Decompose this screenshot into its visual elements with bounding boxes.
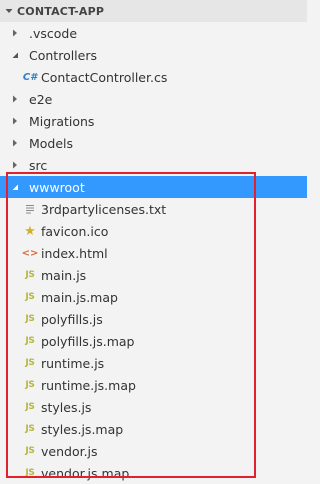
tree-folder-e2e[interactable]: e2e (0, 88, 307, 110)
tree-file-runtime-js[interactable]: JS runtime.js (0, 352, 307, 374)
file-explorer: CONTACT-APP .vscode Controllers C# Conta… (0, 0, 307, 484)
chevron-right-icon[interactable] (9, 88, 21, 110)
star-icon: ★ (24, 223, 36, 239)
tree-folder-wwwroot[interactable]: wwwroot (0, 176, 307, 198)
folder-label: wwwroot (29, 179, 85, 195)
file-label: runtime.js (41, 355, 105, 371)
js-file-icon: JS (25, 468, 35, 478)
js-file-icon: JS (25, 336, 35, 346)
tree-file-styles-js-map[interactable]: JS styles.js.map (0, 418, 307, 440)
tree-folder-vscode[interactable]: .vscode (0, 22, 307, 44)
chevron-down-icon[interactable] (9, 176, 21, 198)
explorer-title: CONTACT-APP (17, 4, 105, 18)
tree-folder-migrations[interactable]: Migrations (0, 110, 307, 132)
tree-file-vendor-js-map[interactable]: JS vendor.js.map (0, 462, 307, 484)
file-label: polyfills.js.map (41, 333, 135, 349)
file-label: main.js (41, 267, 87, 283)
tree-file-polyfills-js-map[interactable]: JS polyfills.js.map (0, 330, 307, 352)
js-file-icon: JS (25, 270, 35, 280)
chevron-right-icon[interactable] (9, 154, 21, 176)
text-file-icon (22, 198, 38, 220)
file-label: styles.js.map (41, 421, 124, 437)
js-file-icon: JS (25, 402, 35, 412)
tree-file-runtime-js-map[interactable]: JS runtime.js.map (0, 374, 307, 396)
tree-folder-models[interactable]: Models (0, 132, 307, 154)
tree-file-index-html[interactable]: <> index.html (0, 242, 307, 264)
tree-file-polyfills-js[interactable]: JS polyfills.js (0, 308, 307, 330)
csharp-file-icon: C# (22, 71, 38, 83)
js-file-icon: JS (25, 380, 35, 390)
file-label: index.html (41, 245, 108, 261)
tree-file-contactcontroller[interactable]: C# ContactController.cs (0, 66, 307, 88)
file-label: ContactController.cs (41, 69, 168, 85)
file-label: styles.js (41, 399, 92, 415)
file-label: main.js.map (41, 289, 118, 305)
folder-label: .vscode (29, 25, 78, 41)
tree-file-styles-js[interactable]: JS styles.js (0, 396, 307, 418)
chevron-down-icon[interactable] (1, 7, 17, 15)
js-file-icon: JS (25, 314, 35, 324)
tree-folder-controllers[interactable]: Controllers (0, 44, 307, 66)
chevron-right-icon[interactable] (9, 110, 21, 132)
folder-label: Controllers (29, 47, 97, 63)
js-file-icon: JS (25, 292, 35, 302)
folder-label: e2e (29, 91, 53, 107)
explorer-header[interactable]: CONTACT-APP (0, 0, 307, 22)
file-label: runtime.js.map (41, 377, 136, 393)
tree-folder-src[interactable]: src (0, 154, 307, 176)
folder-label: src (29, 157, 48, 173)
folder-label: Models (29, 135, 74, 151)
tree-file-main-js[interactable]: JS main.js (0, 264, 307, 286)
tree-file-vendor-js[interactable]: JS vendor.js (0, 440, 307, 462)
file-label: vendor.js.map (41, 465, 130, 481)
file-label: favicon.ico (41, 223, 109, 239)
file-tree: .vscode Controllers C# ContactController… (0, 22, 307, 484)
file-label: 3rdpartylicenses.txt (41, 201, 167, 217)
tree-file-3rdpartylicenses[interactable]: 3rdpartylicenses.txt (0, 198, 307, 220)
html-file-icon: <> (21, 247, 39, 259)
chevron-down-icon[interactable] (9, 44, 21, 66)
js-file-icon: JS (25, 424, 35, 434)
js-file-icon: JS (25, 446, 35, 456)
chevron-right-icon[interactable] (9, 132, 21, 154)
folder-label: Migrations (29, 113, 95, 129)
tree-file-main-js-map[interactable]: JS main.js.map (0, 286, 307, 308)
file-label: vendor.js (41, 443, 98, 459)
file-label: polyfills.js (41, 311, 103, 327)
chevron-right-icon[interactable] (9, 22, 21, 44)
tree-file-favicon[interactable]: ★ favicon.ico (0, 220, 307, 242)
js-file-icon: JS (25, 358, 35, 368)
